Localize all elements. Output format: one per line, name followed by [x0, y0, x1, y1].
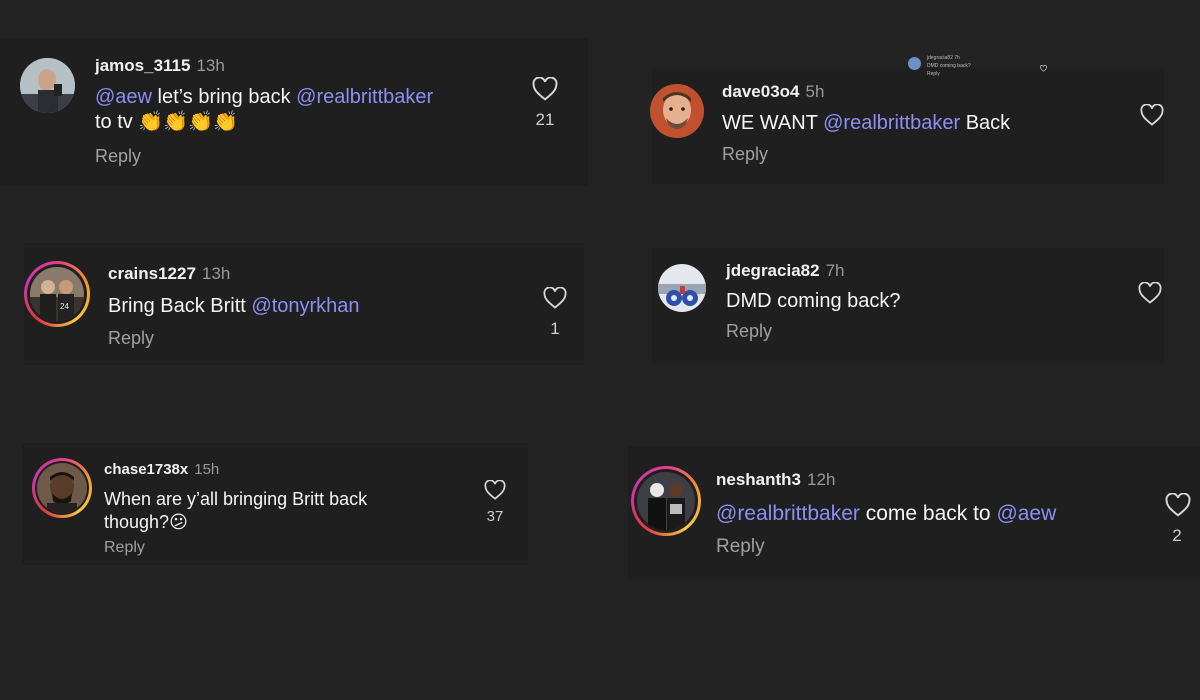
heart-icon [1040, 59, 1047, 77]
timestamp: 13h [201, 264, 231, 283]
comment-text-segment: Back [960, 112, 1011, 134]
story-ring[interactable] [32, 458, 92, 518]
comment-text-segment: Bring Back Britt [108, 295, 252, 317]
reply-button[interactable]: Reply [95, 146, 141, 167]
timestamp: 12h [807, 470, 836, 489]
avatar[interactable] [658, 264, 706, 312]
reply-button[interactable]: Reply [104, 539, 145, 557]
heart-icon[interactable] [532, 76, 558, 106]
username[interactable]: dave03o4 5h [722, 82, 824, 102]
comment-text: @aew let’s bring back @realbrittbaker to … [95, 85, 433, 135]
comment-text-segment: DMD coming back? [726, 290, 901, 312]
story-ring[interactable]: 24 [24, 261, 90, 327]
mention-link[interactable]: @realbrittbaker [716, 502, 860, 525]
timestamp: 7h [825, 261, 845, 280]
comment-card-jamos: jamos_3115 13h @aew let’s bring back @rea… [0, 38, 588, 186]
timestamp: 5h [805, 82, 825, 101]
like-count: 37 [486, 508, 504, 525]
comment-text-segment: let’s bring back [152, 86, 297, 108]
username[interactable]: chase1738x 15h [104, 461, 219, 478]
timestamp: 15h [194, 461, 220, 478]
comment-text: DMD coming back? [726, 289, 901, 314]
comment-text-segment: come back to [859, 502, 997, 525]
comment-card-dave: dave03o4 5h WE WANT @realbrittbaker Back … [650, 68, 1164, 184]
comment-text-segment: When are y’all bringing Britt back [104, 489, 368, 509]
username[interactable]: neshanth3 12h [716, 470, 835, 490]
username[interactable]: jdegracia82 7h [726, 261, 844, 281]
emoji: 👏👏👏👏 [138, 111, 238, 133]
like-count: 1 [550, 319, 560, 338]
avatar [908, 57, 921, 70]
comment-card-neshanth: neshanth3 12h @realbrittbaker come back t… [628, 446, 1200, 580]
avatar[interactable] [20, 58, 75, 113]
heart-icon[interactable] [1138, 281, 1162, 309]
like-count: 21 [535, 110, 555, 129]
comment-text: Bring Back Britt @tonyrkhan [108, 294, 360, 319]
preview-text: DMD coming back? [927, 63, 971, 69]
mention-link[interactable]: @realbrittbaker [296, 86, 433, 108]
avatar [637, 472, 695, 530]
mention-link[interactable]: @aew [996, 502, 1056, 525]
reply-button[interactable]: Reply [722, 144, 768, 165]
comment-text: When are y’all bringing Britt back though… [104, 488, 367, 533]
preview-username: jdegracia82 7h [927, 55, 960, 61]
username[interactable]: crains1227 13h [108, 264, 230, 284]
comment-text: WE WANT @realbrittbaker Back [722, 111, 1010, 136]
mention-link[interactable]: @tonyrkhan [251, 295, 359, 317]
comment-card-chase: chase1738x 15h When are y’all bringing Br… [22, 443, 528, 565]
comment-card-crains: 24 crains1227 13h Bring Back Britt @tonyr… [24, 243, 584, 365]
heart-icon[interactable] [1165, 492, 1191, 522]
avatar[interactable] [650, 84, 704, 138]
comment-text-segment: WE WANT [722, 112, 824, 134]
reply-button[interactable]: Reply [108, 328, 154, 349]
svg-text:24: 24 [60, 302, 69, 311]
username[interactable]: jamos_3115 13h [95, 56, 225, 76]
story-ring[interactable] [631, 466, 701, 536]
reply-button[interactable]: Reply [726, 321, 772, 342]
timestamp: 13h [196, 56, 225, 75]
avatar [37, 463, 87, 513]
emoji: 😕 [169, 511, 188, 532]
like-count: 2 [1172, 526, 1182, 545]
comment-text: @realbrittbaker come back to @aew [716, 501, 1056, 527]
preview-reply: Reply [927, 71, 940, 77]
mention-link[interactable]: @realbrittbaker [823, 112, 960, 134]
reply-button[interactable]: Reply [716, 536, 765, 558]
comment-text-segment: to tv [95, 111, 139, 133]
avatar: 24 [30, 267, 84, 321]
comment-card-jdegracia: jdegracia82 7h DMD coming back? Reply [652, 248, 1164, 364]
mention-link[interactable]: @aew [95, 86, 152, 108]
heart-icon[interactable] [1140, 103, 1164, 131]
heart-icon[interactable] [484, 479, 506, 505]
heart-icon[interactable] [543, 286, 567, 314]
comment-text-segment: though? [104, 511, 170, 532]
comment-preview: jdegracia82 7h DMD coming back? Reply [900, 52, 1050, 82]
